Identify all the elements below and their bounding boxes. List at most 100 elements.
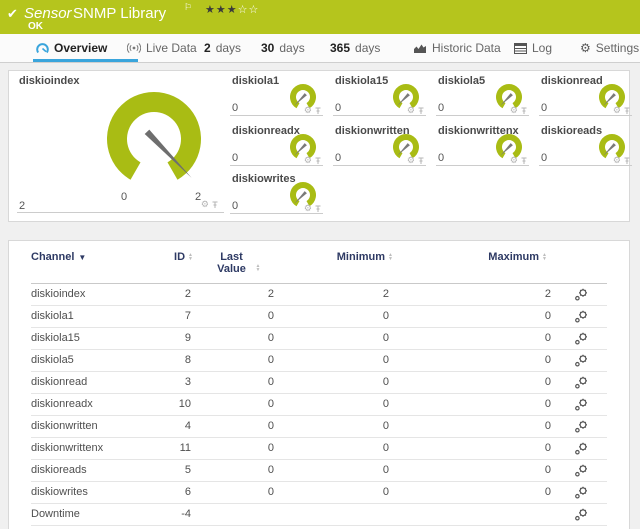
channel-settings-icon[interactable] <box>574 354 588 367</box>
channel-last-value: 0 <box>193 482 278 503</box>
prtg-sensor-page: ✔ Sensor SNMP Library ⚐ ★★★☆☆ OK Overvie… <box>0 0 640 529</box>
gauge-tile-diskionwritten: diskionwritten 0 ⚙ <box>333 125 429 169</box>
stars-empty[interactable]: ☆☆ <box>238 4 260 16</box>
pin-icon[interactable] <box>623 157 631 165</box>
gauge-title: diskiola15 <box>335 75 388 87</box>
column-header-last-value-label: Last Value <box>211 251 253 275</box>
tab-historic-data[interactable]: Historic Data <box>413 41 501 55</box>
channel-name[interactable]: diskionwritten <box>31 416 161 437</box>
pin-icon[interactable] <box>520 157 528 165</box>
column-header-id[interactable]: ID ▲▼ <box>161 251 193 283</box>
pin-icon[interactable] <box>520 107 528 115</box>
gear-icon[interactable]: ⚙ <box>510 106 518 115</box>
pin-icon[interactable] <box>314 107 322 115</box>
gauge-tile-diskiowrites: diskiowrites 0 ⚙ <box>230 173 326 217</box>
channel-name[interactable]: diskioreads <box>31 460 161 481</box>
pin-icon[interactable] <box>417 107 425 115</box>
gear-icon[interactable]: ⚙ <box>304 106 312 115</box>
active-tab-underline <box>33 59 138 62</box>
tab-30-days[interactable]: 30 days <box>261 41 305 55</box>
gauge-value: 0 <box>335 102 341 114</box>
channel-name[interactable]: diskiola5 <box>31 350 161 371</box>
gear-icon[interactable]: ⚙ <box>613 106 621 115</box>
channel-settings-icon[interactable] <box>574 332 588 345</box>
channel-id: 3 <box>161 372 193 393</box>
stars-filled[interactable]: ★★★ <box>205 4 238 16</box>
tile-divider <box>539 115 632 116</box>
channel-last-value: 0 <box>193 460 278 481</box>
gear-icon[interactable]: ⚙ <box>510 156 518 165</box>
channel-maximum: 0 <box>393 328 555 349</box>
flag-icon[interactable]: ⚐ <box>184 2 192 13</box>
tab-settings[interactable]: ⚙ Settings <box>580 41 639 55</box>
channel-settings-icon[interactable] <box>574 464 588 477</box>
gauge-tile-diskiola15: diskiola15 0 ⚙ <box>333 75 429 119</box>
tile-divider <box>436 165 529 166</box>
channel-id: 6 <box>161 482 193 503</box>
column-header-channel-label: Channel <box>31 251 74 263</box>
tab-365-days[interactable]: 365 days <box>330 41 380 55</box>
channel-settings-icon[interactable] <box>574 310 588 323</box>
tab-log-label: Log <box>532 41 552 55</box>
tab-overview[interactable]: Overview <box>36 41 107 55</box>
channel-last-value: 0 <box>193 306 278 327</box>
gear-icon[interactable]: ⚙ <box>201 200 209 209</box>
tab-settings-label: Settings <box>596 41 639 55</box>
gauge-value: 0 <box>232 200 238 212</box>
gear-icon[interactable]: ⚙ <box>613 156 621 165</box>
channel-maximum: 0 <box>393 482 555 503</box>
channel-settings-icon[interactable] <box>574 508 588 521</box>
column-header-channel[interactable]: Channel ▼ <box>31 251 161 283</box>
channel-name[interactable]: diskiola1 <box>31 306 161 327</box>
gear-icon[interactable]: ⚙ <box>304 204 312 213</box>
channel-minimum: 0 <box>278 438 393 459</box>
channel-settings-icon[interactable] <box>574 376 588 389</box>
column-header-last-value[interactable]: Last Value ▲▼ <box>193 251 278 283</box>
channel-settings-icon[interactable] <box>574 442 588 455</box>
channel-name[interactable]: diskionwrittenx <box>31 438 161 459</box>
sensor-type-label: Sensor <box>24 5 72 22</box>
channel-settings-icon[interactable] <box>574 486 588 499</box>
gear-icon[interactable]: ⚙ <box>304 156 312 165</box>
status-badge: OK <box>28 21 43 32</box>
tab-log[interactable]: Log <box>514 41 552 55</box>
tab-365-days-num: 365 <box>330 41 350 55</box>
channel-name[interactable]: diskioindex <box>31 284 161 305</box>
channel-name[interactable]: diskionreadx <box>31 394 161 415</box>
gauge-value: 0 <box>232 152 238 164</box>
channel-last-value: 0 <box>193 394 278 415</box>
gauge-value: 0 <box>438 102 444 114</box>
pin-icon[interactable] <box>314 205 322 213</box>
column-header-minimum[interactable]: Minimum ▲▼ <box>278 251 393 283</box>
channel-name[interactable]: Downtime <box>31 504 161 525</box>
priority-rating[interactable]: ★★★☆☆ <box>205 3 259 16</box>
gear-icon[interactable]: ⚙ <box>407 156 415 165</box>
channel-name[interactable]: diskiowrites <box>31 482 161 503</box>
pin-icon[interactable] <box>314 157 322 165</box>
pin-icon[interactable] <box>623 107 631 115</box>
tab-2-days[interactable]: 2 days <box>204 41 241 55</box>
channel-maximum: 0 <box>393 394 555 415</box>
sort-caret-icon: ▼ <box>78 251 86 264</box>
channel-minimum <box>278 504 393 525</box>
page-title: SNMP Library <box>73 5 166 22</box>
channel-last-value <box>193 504 278 525</box>
gear-icon[interactable]: ⚙ <box>407 106 415 115</box>
channel-settings-icon[interactable] <box>574 420 588 433</box>
channel-settings-icon[interactable] <box>574 288 588 301</box>
gauge-value: 0 <box>438 152 444 164</box>
channel-settings-icon[interactable] <box>574 398 588 411</box>
log-list-icon <box>514 43 527 54</box>
channel-minimum: 0 <box>278 460 393 481</box>
gauge-tile-diskionread: diskionread 0 ⚙ <box>539 75 635 119</box>
channel-name[interactable]: diskionread <box>31 372 161 393</box>
channel-last-value: 0 <box>193 416 278 437</box>
pin-icon[interactable] <box>211 201 219 209</box>
channel-minimum: 0 <box>278 306 393 327</box>
channel-name[interactable]: diskiola15 <box>31 328 161 349</box>
channel-id: 9 <box>161 328 193 349</box>
tab-live-data[interactable]: Live Data <box>127 41 197 55</box>
column-header-maximum[interactable]: Maximum ▲▼ <box>393 251 555 283</box>
gauge-tile-diskiola5: diskiola5 0 ⚙ <box>436 75 532 119</box>
pin-icon[interactable] <box>417 157 425 165</box>
